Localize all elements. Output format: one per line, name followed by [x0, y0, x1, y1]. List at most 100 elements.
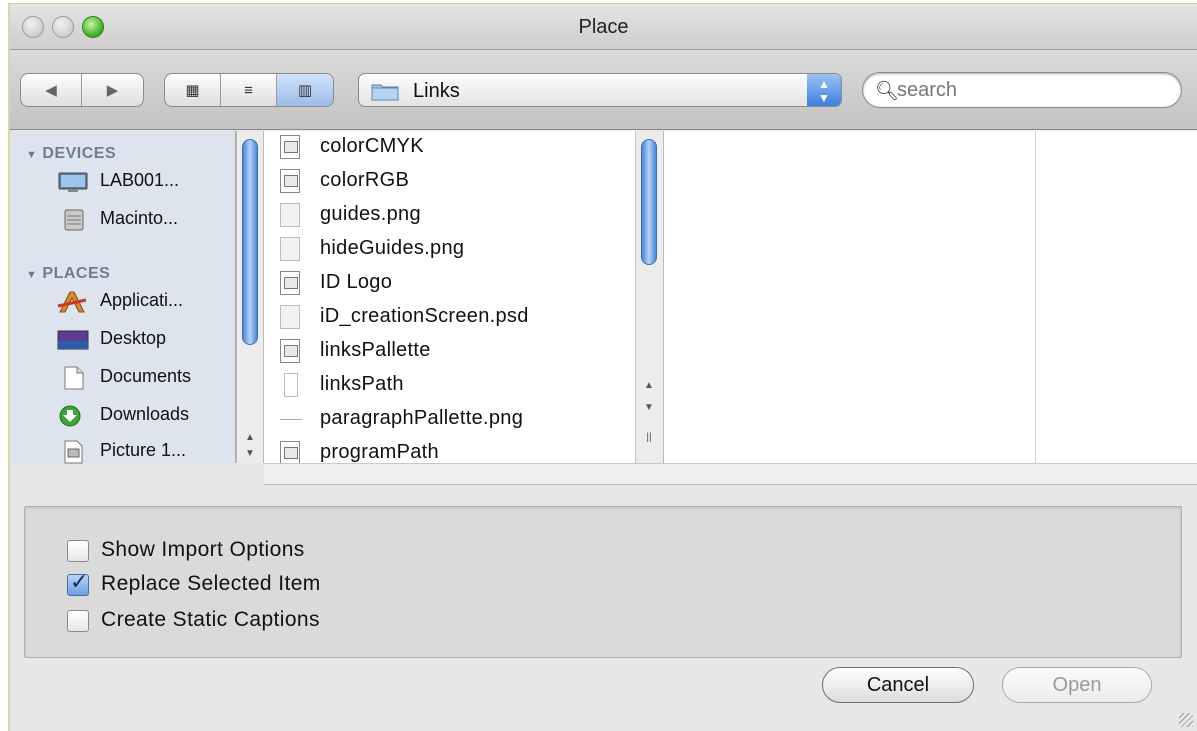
sidebar-scroll-thumb[interactable]	[242, 139, 258, 345]
file-row[interactable]: iD_creationScreen.psd	[264, 301, 635, 335]
checkbox[interactable]	[67, 610, 89, 632]
sidebar-item-label: Downloads	[100, 404, 190, 424]
sidebar-item-label: Picture 1...	[100, 440, 187, 460]
file-row[interactable]: guides.png	[264, 199, 635, 233]
document-icon	[280, 441, 300, 463]
navigation-segment: ◀ ▶	[20, 73, 144, 107]
file-name: colorCMYK	[320, 135, 424, 157]
import-options-panel: Show Import Options ✓ Replace Selected I…	[24, 506, 1182, 658]
sidebar-item-picture[interactable]: Picture 1...	[56, 437, 236, 467]
document-icon	[280, 169, 300, 193]
sidebar: ▼ DEVICES LAB001... Macinto... ▼ PLACES	[10, 131, 236, 464]
file-name: colorRGB	[320, 169, 410, 191]
view-mode-segment: ▦ ≡ ▥	[164, 73, 334, 107]
file-row[interactable]: linksPath	[264, 369, 635, 403]
checkbox-label: Create Static Captions	[101, 608, 320, 631]
desktop-icon	[57, 330, 89, 350]
documents-icon	[64, 366, 84, 390]
file-name: programPath	[320, 441, 439, 463]
disclosure-triangle-icon: ▼	[26, 149, 38, 161]
list-view-icon: ≡	[244, 81, 253, 99]
folder-icon	[371, 84, 399, 101]
devices-header-label: DEVICES	[42, 145, 117, 162]
scroll-down-icon[interactable]: ▼	[641, 401, 657, 415]
icon-view-button[interactable]: ▦	[165, 74, 221, 106]
image-file-icon	[280, 305, 300, 329]
back-arrow-icon: ◀	[45, 82, 57, 99]
picture-icon	[64, 440, 83, 464]
applications-icon	[57, 291, 87, 313]
file-column-scroll-thumb[interactable]	[641, 139, 657, 265]
file-name: iD_creationScreen.psd	[320, 305, 529, 327]
sidebar-item-label: LAB001...	[100, 170, 180, 190]
file-row[interactable]: ID Logo	[264, 267, 635, 301]
scroll-up-icon[interactable]: ▲	[641, 379, 657, 393]
document-icon	[280, 271, 300, 295]
checkbox[interactable]: ✓	[67, 569, 89, 596]
checkbox-label: Show Import Options	[101, 538, 305, 561]
sidebar-item-label: Desktop	[100, 328, 167, 348]
image-file-icon	[280, 237, 300, 261]
image-file-icon	[280, 407, 302, 431]
location-label: Links	[413, 80, 460, 102]
place-dialog: Place ◀ ▶ ▦ ≡ ▥ Links ▲▼ 🔍︎ ▼DEVICES	[8, 3, 1197, 731]
cancel-button[interactable]: Cancel	[822, 667, 974, 703]
file-row[interactable]: programPath	[264, 437, 635, 463]
sidebar-item-label: Macinto...	[100, 208, 179, 228]
file-name: ID Logo	[320, 271, 393, 293]
file-name: linksPath	[320, 373, 404, 395]
title-bar[interactable]: Place	[10, 4, 1197, 50]
devices-section-header[interactable]: ▼ DEVICES	[26, 145, 116, 163]
downloads-icon	[59, 405, 81, 427]
back-button[interactable]: ◀	[21, 74, 83, 106]
search-field[interactable]: 🔍︎	[862, 72, 1182, 108]
sidebar-scrollbar[interactable]: ▲ ▼	[236, 131, 264, 463]
file-column: colorCMYK colorRGB guides.png hideGuides…	[264, 131, 636, 463]
file-column-scrollbar[interactable]: ▲ ▼ ||	[636, 131, 664, 463]
sidebar-item-label: Documents	[100, 366, 192, 386]
list-view-button[interactable]: ≡	[221, 74, 277, 106]
forward-button[interactable]: ▶	[82, 74, 143, 106]
open-button[interactable]: Open	[1002, 667, 1152, 703]
sidebar-item-macintosh[interactable]: Macinto...	[56, 205, 236, 235]
sidebar-item-applications[interactable]: Applicati...	[56, 287, 236, 317]
computer-icon	[58, 172, 88, 192]
file-row[interactable]: colorCMYK	[264, 131, 635, 165]
forward-arrow-icon: ▶	[106, 82, 119, 99]
column-view-icon: ▥	[297, 82, 313, 99]
checkbox[interactable]	[67, 540, 89, 562]
icon-view-icon: ▦	[185, 82, 200, 99]
file-row[interactable]: colorRGB	[264, 165, 635, 199]
preview-column	[1036, 131, 1197, 463]
places-header-label: PLACES	[42, 265, 111, 282]
file-row[interactable]: paragraphPallette.png	[264, 403, 635, 437]
horizontal-scrollbar[interactable]	[264, 463, 1197, 485]
search-icon: 🔍︎	[875, 81, 900, 102]
column-view-button[interactable]: ▥	[277, 74, 333, 106]
resize-grip-icon[interactable]	[1179, 713, 1193, 727]
window-title: Place	[578, 16, 629, 38]
search-input[interactable]	[897, 78, 1167, 102]
file-row[interactable]: hideGuides.png	[264, 233, 635, 267]
file-name: hideGuides.png	[320, 237, 465, 259]
sidebar-item-label: Applicati...	[100, 290, 184, 310]
toolbar: ◀ ▶ ▦ ≡ ▥ Links ▲ ▼ 🔍︎	[10, 50, 1197, 130]
sidebar-item-lab001[interactable]: LAB001...	[56, 167, 236, 197]
sidebar-item-documents[interactable]: Documents	[56, 363, 236, 393]
file-name: linksPallette	[320, 339, 431, 361]
places-section-header[interactable]: ▼ PLACES	[26, 265, 110, 283]
document-icon	[280, 135, 300, 159]
sidebar-item-desktop[interactable]: Desktop	[56, 325, 236, 355]
checkmark-icon: ✓	[70, 569, 89, 594]
checkbox-label: Replace Selected Item	[101, 572, 321, 595]
document-icon	[280, 339, 300, 363]
file-name: paragraphPallette.png	[320, 407, 524, 429]
file-row[interactable]: linksPallette	[264, 335, 635, 369]
scroll-down-icon[interactable]: ▼	[242, 447, 258, 461]
empty-column	[664, 131, 1036, 463]
column-resize-icon[interactable]: ||	[641, 431, 657, 445]
scroll-up-icon[interactable]: ▲	[242, 431, 258, 445]
sidebar-item-downloads[interactable]: Downloads	[56, 401, 236, 431]
disclosure-triangle-icon: ▼	[26, 269, 38, 281]
location-popup[interactable]: Links ▲ ▼	[358, 73, 842, 107]
